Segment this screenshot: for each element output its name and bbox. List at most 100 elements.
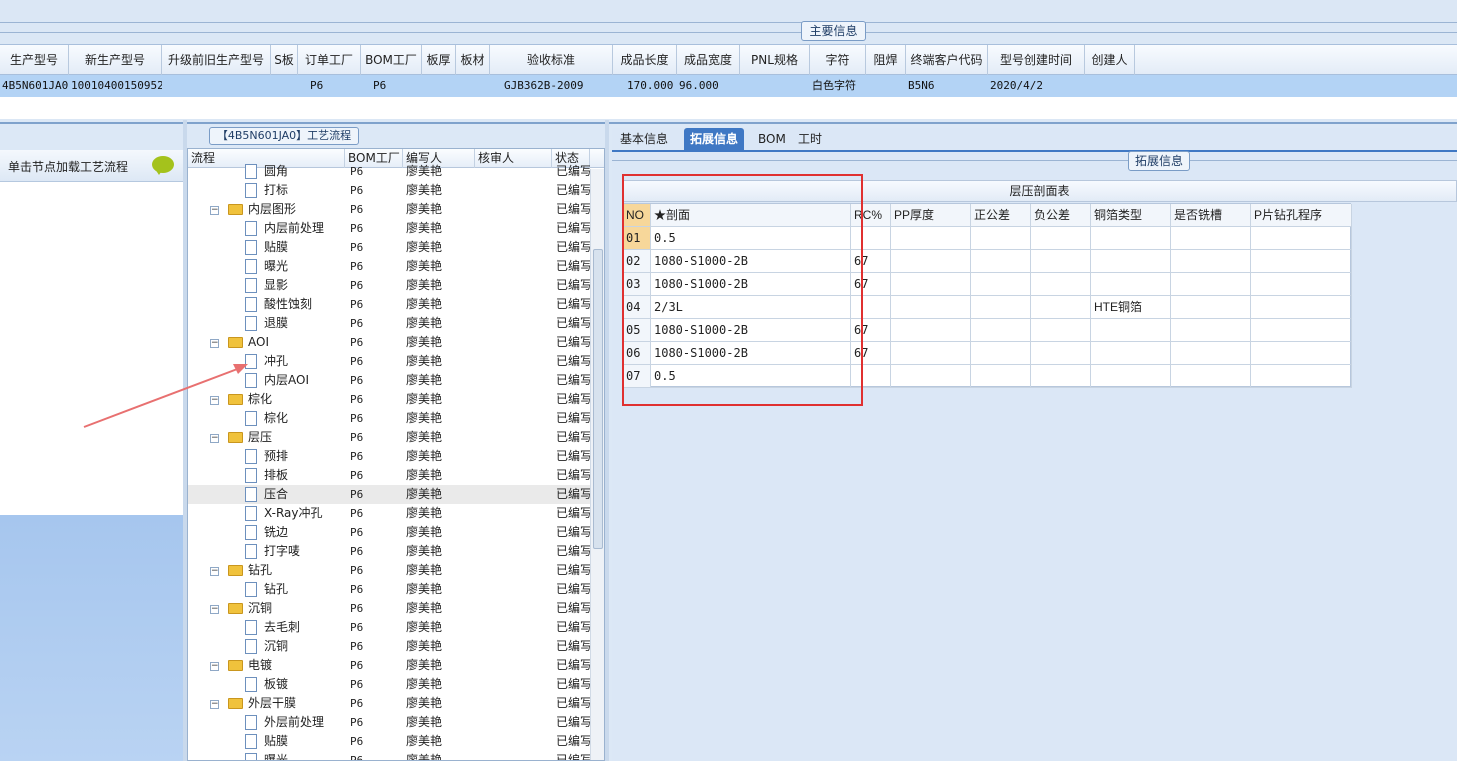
tree-node-label[interactable]: 外层干膜 <box>248 694 338 713</box>
table-cell[interactable] <box>1251 342 1352 365</box>
tree-node-label[interactable]: 贴膜 <box>264 238 354 257</box>
tree-row[interactable]: 排板 P6 廖美艳 已编写 <box>188 466 590 485</box>
tree-node-label[interactable]: 曝光 <box>264 257 354 276</box>
column-header[interactable]: 板厚 <box>422 45 456 75</box>
tree-node-label[interactable]: 内层AOI <box>264 371 354 390</box>
table-cell[interactable] <box>971 342 1031 365</box>
tree-row[interactable]: − 电镀 P6 廖美艳 已编写 <box>188 656 590 675</box>
table-cell[interactable] <box>971 296 1031 319</box>
tab-2[interactable]: BOM <box>752 128 792 152</box>
table-cell[interactable] <box>1091 365 1171 388</box>
tree-row[interactable]: 退膜 P6 廖美艳 已编写 <box>188 314 590 333</box>
collapse-toggle-icon[interactable]: − <box>210 605 219 614</box>
table-cell[interactable] <box>1031 296 1091 319</box>
splitter[interactable] <box>0 122 1457 124</box>
table-cell[interactable] <box>1251 227 1352 250</box>
table-cell[interactable] <box>1031 227 1091 250</box>
table-cell[interactable]: 负公差 <box>1031 204 1091 227</box>
table-cell[interactable] <box>1031 365 1091 388</box>
tree-row[interactable]: 压合 P6 廖美艳 已编写 <box>188 485 590 504</box>
tree-node-label[interactable]: X-Ray冲孔 <box>264 504 354 523</box>
tree-row[interactable]: 内层前处理 P6 廖美艳 已编写 <box>188 219 590 238</box>
column-header[interactable]: 字符 <box>810 45 866 75</box>
table-cell[interactable]: PP厚度 <box>891 204 971 227</box>
tree-row[interactable]: 外层前处理 P6 廖美艳 已编写 <box>188 713 590 732</box>
table-cell[interactable] <box>891 342 971 365</box>
tab-3[interactable]: 工时 <box>792 128 828 152</box>
column-header[interactable]: 订单工厂 <box>298 45 361 75</box>
table-cell[interactable] <box>1251 319 1352 342</box>
collapse-toggle-icon[interactable]: − <box>210 396 219 405</box>
table-cell[interactable] <box>1031 319 1091 342</box>
table-cell[interactable] <box>1031 250 1091 273</box>
table-cell[interactable]: 是否铣槽 <box>1171 204 1251 227</box>
table-cell[interactable] <box>1031 342 1091 365</box>
table-cell[interactable] <box>971 319 1031 342</box>
tree-node-label[interactable]: 棕化 <box>264 409 354 428</box>
tree-node-label[interactable]: 打标 <box>264 181 354 200</box>
tree-node-label[interactable]: AOI <box>248 333 338 352</box>
tree-row[interactable]: 贴膜 P6 廖美艳 已编写 <box>188 732 590 751</box>
table-cell[interactable] <box>1091 227 1171 250</box>
column-header[interactable]: 板材 <box>456 45 490 75</box>
tree-row[interactable]: 铣边 P6 廖美艳 已编写 <box>188 523 590 542</box>
tree-node-label[interactable]: 酸性蚀刻 <box>264 295 354 314</box>
column-header[interactable]: 成品长度 <box>613 45 677 75</box>
table-cell[interactable] <box>1091 319 1171 342</box>
tree-row[interactable]: 打标 P6 廖美艳 已编写 <box>188 181 590 200</box>
table-cell[interactable]: 铜箔类型 <box>1091 204 1171 227</box>
tree-row[interactable]: 曝光 P6 廖美艳 已编写 <box>188 257 590 276</box>
table-cell[interactable] <box>971 250 1031 273</box>
tree-row[interactable]: 钻孔 P6 廖美艳 已编写 <box>188 580 590 599</box>
tree-node-label[interactable]: 冲孔 <box>264 352 354 371</box>
column-header[interactable]: 型号创建时间 <box>988 45 1085 75</box>
table-cell[interactable] <box>1251 296 1352 319</box>
tree-row[interactable]: 贴膜 P6 廖美艳 已编写 <box>188 238 590 257</box>
table-cell[interactable] <box>1251 250 1352 273</box>
column-header[interactable]: S板 <box>271 45 298 75</box>
tree-row[interactable]: 去毛刺 P6 廖美艳 已编写 <box>188 618 590 637</box>
column-header[interactable]: 生产型号 <box>0 45 69 75</box>
column-header[interactable]: PNL规格 <box>740 45 810 75</box>
tree-row[interactable]: − 棕化 P6 廖美艳 已编写 <box>188 390 590 409</box>
tree-node-label[interactable]: 棕化 <box>248 390 338 409</box>
column-header[interactable]: 创建人 <box>1085 45 1135 75</box>
tree-node-label[interactable]: 排板 <box>264 466 354 485</box>
table-cell[interactable] <box>891 365 971 388</box>
tree-node-label[interactable]: 去毛刺 <box>264 618 354 637</box>
tree-node-label[interactable]: 压合 <box>264 485 354 504</box>
collapse-toggle-icon[interactable]: − <box>210 339 219 348</box>
tree-node-label[interactable]: 外层前处理 <box>264 713 354 732</box>
tree-node-label[interactable]: 板镀 <box>264 675 354 694</box>
tab-0[interactable]: 基本信息 <box>614 128 674 152</box>
table-cell[interactable] <box>891 296 971 319</box>
table-cell[interactable] <box>1091 273 1171 296</box>
tree-node-label[interactable]: 电镀 <box>248 656 338 675</box>
table-cell[interactable]: HTE铜箔 <box>1091 296 1171 319</box>
collapse-toggle-icon[interactable]: − <box>210 662 219 671</box>
right-splitter[interactable] <box>605 120 609 761</box>
column-header[interactable]: 新生产型号 <box>69 45 162 75</box>
tree-row[interactable]: 圆角 P6 廖美艳 已编写 <box>188 162 590 181</box>
collapse-toggle-icon[interactable]: − <box>210 434 219 443</box>
tree-row[interactable]: − 层压 P6 廖美艳 已编写 <box>188 428 590 447</box>
table-cell[interactable] <box>1171 296 1251 319</box>
tree-row[interactable]: 冲孔 P6 廖美艳 已编写 <box>188 352 590 371</box>
tree-row[interactable]: 预排 P6 廖美艳 已编写 <box>188 447 590 466</box>
column-header[interactable]: 成品宽度 <box>677 45 740 75</box>
table-cell[interactable] <box>971 227 1031 250</box>
tree-row[interactable]: − 沉铜 P6 廖美艳 已编写 <box>188 599 590 618</box>
table-cell[interactable] <box>1171 365 1251 388</box>
tree-scrollbar[interactable] <box>590 169 604 760</box>
tree-row[interactable]: − 外层干膜 P6 廖美艳 已编写 <box>188 694 590 713</box>
column-header[interactable]: 升级前旧生产型号 <box>162 45 271 75</box>
tree-row[interactable]: 内层AOI P6 廖美艳 已编写 <box>188 371 590 390</box>
table-cell[interactable] <box>891 227 971 250</box>
tab-1[interactable]: 拓展信息 <box>684 128 745 152</box>
tree-row[interactable]: 酸性蚀刻 P6 廖美艳 已编写 <box>188 295 590 314</box>
table-cell[interactable] <box>1251 365 1352 388</box>
scrollbar-thumb[interactable] <box>593 249 603 549</box>
table-cell[interactable] <box>891 250 971 273</box>
tree-node-label[interactable]: 预排 <box>264 447 354 466</box>
table-cell[interactable] <box>1171 227 1251 250</box>
